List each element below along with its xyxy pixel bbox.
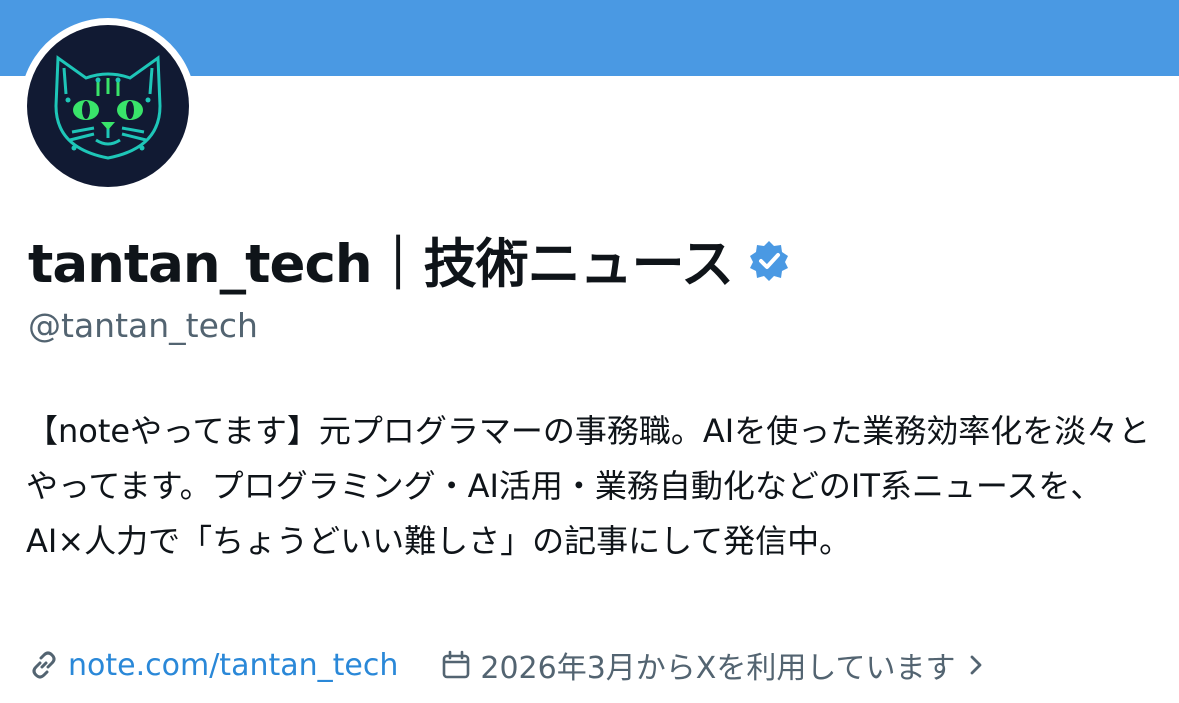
display-name: tantan_tech｜技術ニュース — [28, 234, 734, 295]
profile-bio: 【noteやってます】元プログラマーの事務職。AIを使った業務効率化を淡々とやっ… — [26, 412, 1151, 560]
verified-badge-icon[interactable] — [747, 238, 791, 282]
display-name-row: tantan_tech｜技術ニュース — [28, 224, 791, 296]
calendar-icon — [440, 649, 472, 681]
avatar[interactable] — [20, 18, 196, 194]
joined-date-text: 2026年3月からXを利用しています — [480, 651, 956, 686]
avatar-image — [27, 25, 189, 187]
circuit-cat-icon — [54, 55, 162, 160]
profile-link[interactable]: note.com/tantan_tech — [28, 648, 398, 683]
profile-link-text[interactable]: note.com/tantan_tech — [68, 648, 398, 683]
link-icon — [28, 649, 60, 681]
profile-handle: @tantan_tech — [28, 306, 258, 345]
profile-meta-row: note.com/tantan_tech 2026年3月からXを利用しています — [28, 640, 985, 690]
joined-date[interactable]: 2026年3月からXを利用しています — [440, 643, 985, 687]
chevron-right-icon — [967, 651, 985, 679]
